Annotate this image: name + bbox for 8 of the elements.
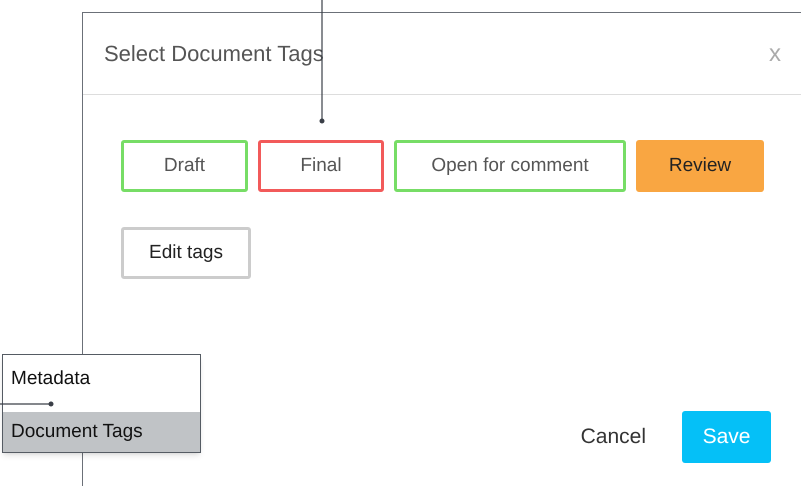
menu-item[interactable]: Metadata	[3, 355, 200, 412]
cancel-button[interactable]: Cancel	[580, 421, 646, 453]
tag-button[interactable]: Review	[636, 140, 764, 192]
tag-button[interactable]: Final	[258, 140, 384, 192]
tag-button[interactable]: Draft	[121, 140, 248, 192]
menu-item[interactable]: Document Tags	[3, 412, 200, 452]
edit-tags-button[interactable]: Edit tags	[121, 227, 251, 279]
tag-button[interactable]: Open for comment	[394, 140, 626, 192]
